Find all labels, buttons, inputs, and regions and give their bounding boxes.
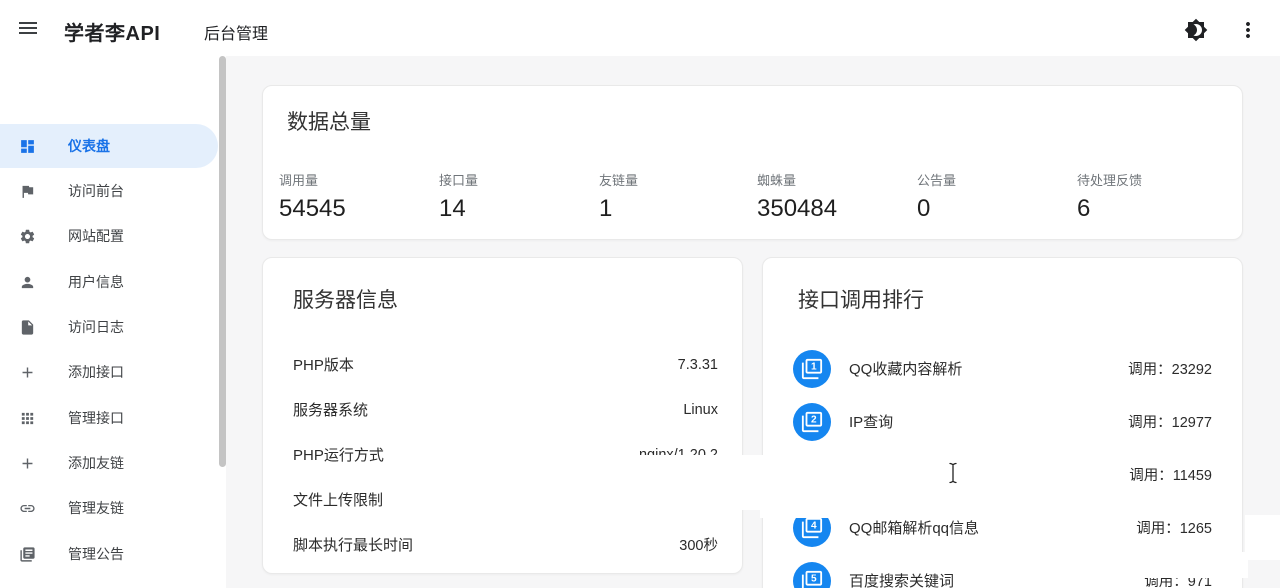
sidebar-item-label: 仪表盘 [68,138,110,154]
svg-text:4: 4 [811,520,817,531]
api-call-count: 调用：12977 [1128,415,1212,431]
more-options-icon[interactable] [1236,18,1260,42]
sidebar-item-user-info[interactable]: 用户信息 [0,260,218,304]
api-ranking-card: 接口调用排行 1 QQ收藏内容解析 调用：23292 2 IP查询 调用：129… [762,257,1243,588]
stat-links: 友链量 1 [599,173,639,222]
minus-icon [20,584,36,588]
sidebar-item-label: 访问日志 [68,319,124,335]
ranking-row: 2 IP查询 调用：12977 [763,395,1242,448]
sidebar-item-dashboard[interactable]: 仪表盘 [0,124,218,168]
person-icon [21,276,34,288]
repaint-artifact [760,455,1103,518]
sidebar-item-manage-announcements[interactable]: 管理公告 [0,532,218,576]
api-call-count: 调用：11459 [1129,468,1212,484]
sidebar-item-site-config[interactable]: 网站配置 [0,214,218,258]
sidebar-nav: 仪表盘 访问前台 网站配置 用户信息 访问日志 添加接口 管理接口 添加友链 管… [0,56,226,588]
svg-text:1: 1 [811,361,817,372]
link-icon [20,504,35,512]
api-name: QQ邮箱解析qq信息 [849,520,980,537]
admin-dashboard: 学者李API 后台管理 仪表盘 访问前台 网站配置 用户信息 访问日志 添加接口 [0,0,1280,588]
top-app-bar: 学者李API 后台管理 [0,0,1280,56]
main-content: 数据总量 调用量 54545 接口量 14 友链量 1 蜘蛛量 350484 公… [226,56,1280,588]
repaint-artifact [598,455,762,510]
svg-text:5: 5 [811,573,817,584]
server-row-os: 服务器系统 Linux [293,401,718,420]
sidebar-item-label: 用户信息 [68,274,124,290]
sidebar-item-manage-links[interactable]: 管理友链 [0,486,218,530]
api-call-count: 调用：1265 [1136,521,1212,537]
card-title: 数据总量 [287,111,371,134]
repaint-artifact [1138,552,1248,578]
repaint-artifact [1245,515,1280,560]
sidebar-item-manage-api[interactable]: 管理接口 [0,396,218,440]
api-name: QQ收藏内容解析 [849,361,963,378]
sidebar-item-label: 访问前台 [68,183,124,199]
ranking-row: 1 QQ收藏内容解析 调用：23292 [763,342,1242,395]
sidebar-item-add-link[interactable]: 添加友链 [0,441,218,485]
sidebar-item-visit-front[interactable]: 访问前台 [0,169,218,213]
stat-spiders: 蜘蛛量 350484 [757,173,838,222]
stat-announcements: 公告量 0 [917,173,957,222]
sidebar-item-label: 网站配置 [68,228,124,244]
stat-calls: 调用量 54545 [279,173,346,222]
menu-icon[interactable] [16,16,40,40]
dark-mode-toggle-icon[interactable] [1184,18,1208,42]
sidebar-item-access-log[interactable]: 访问日志 [0,305,218,349]
sidebar-item-label: 添加接口 [68,364,124,380]
flag-icon [22,185,34,198]
api-name: IP查询 [849,414,894,431]
rank-1-badge-icon: 1 [793,349,831,388]
dashboard-icon [21,139,34,153]
file-icon [21,319,34,335]
page-subtitle: 后台管理 [204,26,269,43]
sidebar-item-label: 管理公告 [68,546,124,562]
gear-icon [20,229,35,243]
plus-icon [22,367,33,377]
svg-text:2: 2 [811,414,817,425]
stats-row: 调用量 54545 接口量 14 友链量 1 蜘蛛量 350484 公告量 0 … [279,170,1237,223]
stat-pending-feedback: 待处理反馈 6 [1077,173,1143,222]
library-icon [20,546,35,562]
card-title: 接口调用排行 [798,289,924,312]
rank-5-badge-icon: 5 [793,561,831,588]
sidebar-item-label: 管理接口 [68,410,124,426]
api-call-count: 调用：23292 [1128,362,1212,378]
stat-apis: 接口量 14 [439,173,479,222]
sidebar-item-label: 添加友链 [68,455,124,471]
text-cursor-icon [949,462,957,484]
server-row-php-version: PHP版本 7.3.31 [293,356,718,375]
sidebar-scrollbar[interactable] [219,56,226,467]
data-overview-card: 数据总量 调用量 54545 接口量 14 友链量 1 蜘蛛量 350484 公… [262,85,1243,240]
server-info-card: 服务器信息 PHP版本 7.3.31 服务器系统 Linux PHP运行方式 n… [262,257,743,574]
plus-icon [22,458,33,468]
sidebar-item-add-api[interactable]: 添加接口 [0,350,218,394]
sidebar-item-label: 管理友链 [68,500,124,516]
server-row-max-exec-time: 脚本执行最长时间 300秒 [293,537,718,554]
apps-grid-icon [21,412,34,424]
card-title: 服务器信息 [293,289,398,312]
rank-2-badge-icon: 2 [793,402,831,441]
app-title: 学者李API [64,23,161,45]
api-name: 百度搜索关键词 [849,573,955,588]
